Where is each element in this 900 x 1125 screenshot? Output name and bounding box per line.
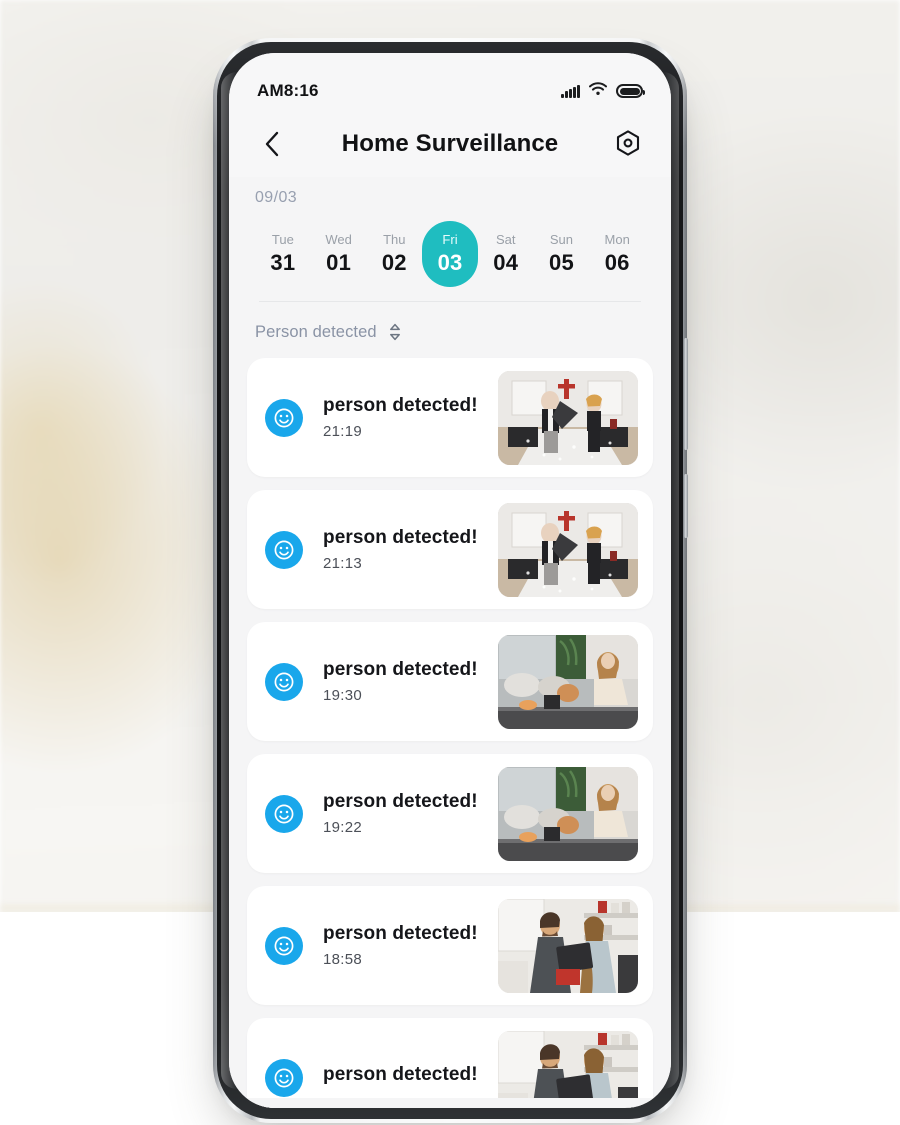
- event-card[interactable]: person detected!: [247, 1018, 653, 1108]
- screen-bottom-mask: [229, 1098, 671, 1108]
- event-time: 18:58: [323, 951, 363, 968]
- back-button[interactable]: [255, 127, 289, 161]
- day-of-week: Sun: [549, 232, 574, 247]
- event-card[interactable]: person detected! 19:30: [247, 622, 653, 741]
- month-label: 09/03: [255, 189, 298, 206]
- event-thumbnail[interactable]: [498, 502, 638, 597]
- events-list: person detected! 21:19 person detected! …: [229, 358, 671, 1108]
- day-number: 06: [604, 250, 630, 275]
- signal-icon: [561, 84, 580, 98]
- day-of-week: Wed: [325, 232, 352, 247]
- day-number: 31: [270, 250, 296, 275]
- event-title: person detected!: [323, 923, 478, 944]
- phone-device: AM8:16 Home Surveillance 09/03 Tue 31 We…: [213, 38, 688, 1123]
- event-text: person detected! 21:13: [303, 527, 498, 572]
- event-thumbnail[interactable]: [498, 898, 638, 993]
- day-number: 03: [437, 250, 463, 275]
- phone-screen: AM8:16 Home Surveillance 09/03 Tue 31 We…: [229, 53, 671, 1108]
- event-title: person detected!: [323, 395, 478, 416]
- event-text: person detected! 19:30: [303, 659, 498, 704]
- day-cell-thu-02[interactable]: Thu 02: [366, 221, 422, 287]
- event-time: 19:30: [323, 687, 363, 704]
- hex-nut-icon: [616, 130, 640, 156]
- day-of-week: Sat: [495, 232, 516, 247]
- day-number: 01: [326, 250, 352, 275]
- day-of-week: Thu: [383, 232, 406, 247]
- battery-icon: [616, 84, 645, 98]
- event-card[interactable]: person detected! 18:58: [247, 886, 653, 1005]
- sort-updown-icon: [389, 323, 400, 341]
- event-title: person detected!: [323, 659, 478, 680]
- status-icons: [561, 81, 645, 101]
- event-text: person detected! 19:22: [303, 791, 498, 836]
- chevron-left-icon: [265, 131, 279, 157]
- event-title: person detected!: [323, 527, 478, 548]
- event-thumbnail[interactable]: [498, 1030, 638, 1108]
- volume-button[interactable]: [684, 338, 688, 450]
- event-text: person detected! 18:58: [303, 923, 498, 968]
- day-cell-tue-31[interactable]: Tue 31: [255, 221, 311, 287]
- event-card[interactable]: person detected! 19:22: [247, 754, 653, 873]
- day-number: 04: [493, 250, 519, 275]
- event-title: person detected!: [323, 1063, 478, 1085]
- page-title: Home Surveillance: [341, 130, 559, 157]
- status-bar: AM8:16: [229, 53, 671, 111]
- day-cell-fri-03-selected[interactable]: Fri 03: [422, 221, 478, 287]
- event-title: person detected!: [323, 791, 478, 812]
- day-cell-sun-05[interactable]: Sun 05: [534, 221, 590, 287]
- event-thumbnail[interactable]: [498, 766, 638, 861]
- event-thumbnail[interactable]: [498, 634, 638, 729]
- day-cell-mon-06[interactable]: Mon 06: [589, 221, 645, 287]
- power-button[interactable]: [684, 474, 688, 538]
- settings-button[interactable]: [611, 127, 645, 161]
- event-time: 21:19: [323, 423, 363, 440]
- date-strip: 09/03 Tue 31 Wed 01 Thu 02 Fri 03 Sat 04…: [229, 177, 671, 302]
- smiley-face-icon: [265, 794, 303, 833]
- smiley-face-icon: [265, 530, 303, 569]
- wifi-icon: [589, 81, 607, 101]
- smiley-face-icon: [265, 398, 303, 437]
- day-of-week: Mon: [604, 232, 630, 247]
- event-text: person detected!: [303, 1064, 498, 1092]
- event-text: person detected! 21:19: [303, 395, 498, 440]
- smiley-face-icon: [265, 926, 303, 965]
- event-thumbnail[interactable]: [498, 370, 638, 465]
- event-card[interactable]: person detected! 21:13: [247, 490, 653, 609]
- status-time: AM8:16: [257, 81, 319, 100]
- day-number: 02: [381, 250, 407, 275]
- event-time: 19:22: [323, 819, 363, 836]
- smiley-face-icon: [265, 662, 303, 701]
- app-header: Home Surveillance: [229, 111, 671, 177]
- day-cell-wed-01[interactable]: Wed 01: [311, 221, 367, 287]
- days-row: Tue 31 Wed 01 Thu 02 Fri 03 Sat 04 Sun 0…: [255, 221, 645, 301]
- screenshot-scene: AM8:16 Home Surveillance 09/03 Tue 31 We…: [0, 0, 900, 1125]
- day-cell-sat-04[interactable]: Sat 04: [478, 221, 534, 287]
- event-filter[interactable]: Person detected: [229, 302, 671, 358]
- event-time: 21:13: [323, 555, 363, 572]
- smiley-face-icon: [265, 1058, 303, 1097]
- filter-label: Person detected: [255, 322, 377, 341]
- day-of-week: Tue: [271, 232, 294, 247]
- day-of-week: Fri: [442, 232, 458, 247]
- event-card[interactable]: person detected! 21:19: [247, 358, 653, 477]
- day-number: 05: [549, 250, 574, 275]
